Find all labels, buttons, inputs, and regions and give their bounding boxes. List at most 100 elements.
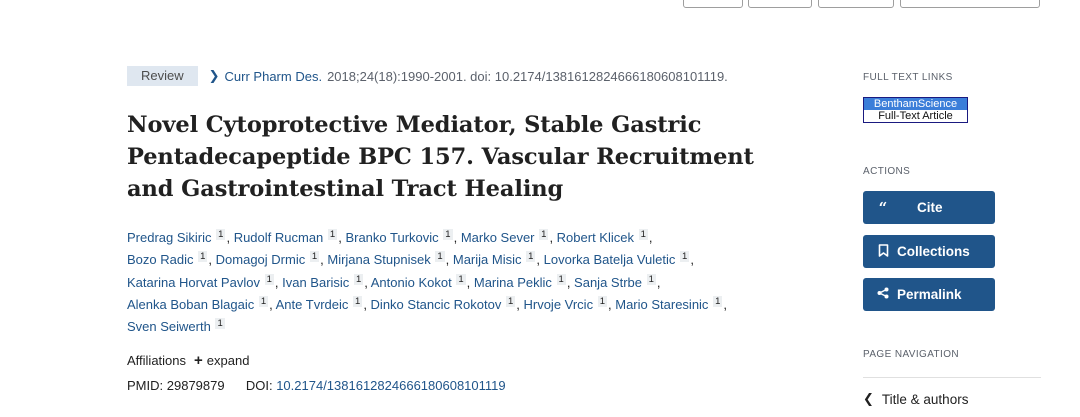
- chevron-right-icon[interactable]: ❯: [209, 68, 220, 84]
- author-link[interactable]: Bozo Radic: [127, 252, 193, 267]
- affiliations-label: Affiliations: [127, 353, 187, 368]
- author-link[interactable]: Predrag Sikiric: [127, 230, 212, 245]
- author-link[interactable]: Marko Sever: [461, 230, 535, 245]
- author-link[interactable]: Dinko Stancic Rokotov: [371, 297, 502, 312]
- author-item: Sanja Strbe 1,: [574, 273, 661, 290]
- author-link[interactable]: Katarina Horvat Pavlov: [127, 275, 260, 290]
- author-link[interactable]: Lovorka Batelja Vuletic: [544, 252, 676, 267]
- cite-label: Cite: [917, 200, 943, 215]
- collections-button[interactable]: Collections: [863, 235, 995, 268]
- journal-link[interactable]: Curr Pharm Des.: [225, 69, 323, 84]
- toolbar-button[interactable]: [748, 0, 812, 8]
- citation-text: 2018;24(18):1990-2001. doi: 10.2174/1381…: [327, 68, 728, 84]
- bookmark-icon: [875, 243, 891, 260]
- article-identifiers: PMID: 29879879 DOI: 10.2174/138161282466…: [127, 378, 506, 393]
- publisher-name: BenthamScience: [864, 98, 967, 110]
- publication-type-badge: Review: [127, 66, 198, 86]
- author-item: Mario Staresinic 1,: [615, 295, 727, 312]
- plus-icon[interactable]: +: [194, 352, 203, 369]
- affiliation-marker[interactable]: 1: [505, 295, 516, 307]
- affiliation-marker[interactable]: 1: [435, 251, 445, 263]
- doi-label: DOI:: [245, 378, 273, 393]
- article-title: Novel Cytoprotective Mediator, Stable Ga…: [127, 112, 754, 202]
- author-link[interactable]: Marija Misic: [453, 252, 522, 267]
- permalink-label: Permalink: [897, 287, 962, 302]
- affiliation-marker[interactable]: 1: [309, 251, 320, 263]
- author-item: Marina Peklic 1,: [473, 273, 575, 290]
- affiliation-marker[interactable]: 1: [638, 229, 648, 240]
- author-item: Hrvoje Vrcic 1,: [523, 295, 616, 312]
- full-text-links-heading: FULL TEXT LINKS: [863, 72, 953, 83]
- author-link[interactable]: Robert Klicek: [557, 230, 634, 245]
- author-link[interactable]: Marina Peklic: [474, 275, 552, 290]
- affiliation-marker[interactable]: 1: [353, 273, 364, 285]
- divider: [863, 377, 1041, 378]
- affiliation-marker[interactable]: 1: [216, 229, 226, 240]
- expand-link[interactable]: expand: [207, 353, 250, 368]
- actions-heading: ACTIONS: [863, 166, 911, 177]
- author-item: Marija Misic 1,: [452, 251, 544, 268]
- author-item: Alenka Boban Blagaic 1,: [127, 295, 276, 312]
- author-link[interactable]: Hrvoje Vrcic: [523, 297, 593, 312]
- author-link[interactable]: Sanja Strbe: [574, 275, 642, 290]
- affiliation-marker[interactable]: 1: [353, 295, 363, 307]
- author-link[interactable]: Antonio Kokot: [371, 275, 452, 290]
- author-link[interactable]: Ivan Barisic: [282, 275, 349, 290]
- nav-title-authors-label: Title & authors: [881, 391, 969, 407]
- author-link[interactable]: Rudolf Rucman: [234, 230, 324, 245]
- affiliation-marker[interactable]: 1: [443, 229, 453, 240]
- collections-label: Collections: [897, 244, 970, 259]
- author-item: Ante Tvrdeic 1,: [275, 295, 371, 312]
- author-item: Rudolf Rucman 1,: [233, 229, 346, 245]
- author-link[interactable]: Ante Tvrdeic: [276, 297, 349, 312]
- affiliation-marker[interactable]: 1: [646, 273, 656, 285]
- affiliation-marker[interactable]: 1: [680, 251, 690, 263]
- affiliation-marker[interactable]: 1: [258, 295, 269, 307]
- article-meta: Review ❯ Curr Pharm Des. 2018;24(18):199…: [127, 66, 728, 86]
- author-link[interactable]: Alenka Boban Blagaic: [127, 297, 254, 312]
- affiliation-marker[interactable]: 1: [526, 251, 536, 263]
- author-link[interactable]: Mario Staresinic: [615, 297, 708, 312]
- affiliation-marker[interactable]: 1: [264, 273, 274, 285]
- full-text-article-label: Full-Text Article: [864, 110, 967, 122]
- author-link[interactable]: Mirjana Stupnisek: [327, 252, 430, 267]
- nav-title-authors[interactable]: ❮ Title & authors: [863, 391, 968, 407]
- author-item: Branko Turkovic 1,: [345, 229, 461, 245]
- author-item: Mirjana Stupnisek 1,: [327, 251, 453, 268]
- sidebar: FULL TEXT LINKS BenthamScience Full-Text…: [863, 0, 1043, 417]
- affiliation-marker[interactable]: 1: [539, 229, 549, 240]
- affiliation-marker[interactable]: 1: [556, 273, 566, 285]
- author-item: Sven Seiwerth 1: [127, 318, 226, 334]
- author-item: Lovorka Batelja Vuletic 1,: [543, 251, 694, 268]
- author-item: Marko Sever 1,: [460, 229, 557, 245]
- benthamscience-full-text-link[interactable]: BenthamScience Full-Text Article: [863, 97, 968, 123]
- affiliation-marker[interactable]: 1: [597, 295, 607, 307]
- author-item: Domagoj Drmic 1,: [215, 251, 328, 268]
- doi-link[interactable]: 10.2174/1381612824666180608101119: [276, 378, 505, 393]
- permalink-button[interactable]: Permalink: [863, 278, 995, 311]
- pmid-value: 29879879: [166, 378, 225, 393]
- pmid-label: PMID:: [127, 378, 164, 393]
- author-link[interactable]: Domagoj Drmic: [216, 252, 306, 267]
- author-item: Antonio Kokot 1,: [370, 273, 474, 290]
- affiliation-marker[interactable]: 1: [456, 273, 466, 285]
- chevron-left-icon: ❮: [863, 391, 874, 406]
- author-item: Katarina Horvat Pavlov 1,: [127, 273, 283, 290]
- author-item: Dinko Stancic Rokotov 1,: [370, 295, 524, 312]
- affiliation-marker[interactable]: 1: [198, 251, 208, 263]
- author-link[interactable]: Sven Seiwerth: [127, 319, 211, 334]
- author-item: Robert Klicek 1,: [556, 229, 653, 245]
- author-item: Predrag Sikiric 1,: [127, 229, 234, 245]
- author-item: Ivan Barisic 1,: [282, 273, 371, 290]
- cite-button[interactable]: “ Cite: [863, 191, 995, 224]
- affiliation-marker[interactable]: 1: [713, 295, 723, 307]
- toolbar-button[interactable]: [683, 0, 743, 8]
- author-link[interactable]: Branko Turkovic: [345, 230, 438, 245]
- author-list: Predrag Sikiric 1, Rudolf Rucman 1, Bran…: [127, 227, 807, 338]
- affiliation-marker[interactable]: 1: [327, 229, 338, 240]
- page-navigation-heading: PAGE NAVIGATION: [863, 349, 960, 360]
- affiliations-toggle[interactable]: Affiliations + expand: [127, 352, 249, 369]
- share-icon: [875, 287, 891, 302]
- quote-icon: “: [878, 198, 888, 217]
- affiliation-marker[interactable]: 1: [215, 318, 225, 330]
